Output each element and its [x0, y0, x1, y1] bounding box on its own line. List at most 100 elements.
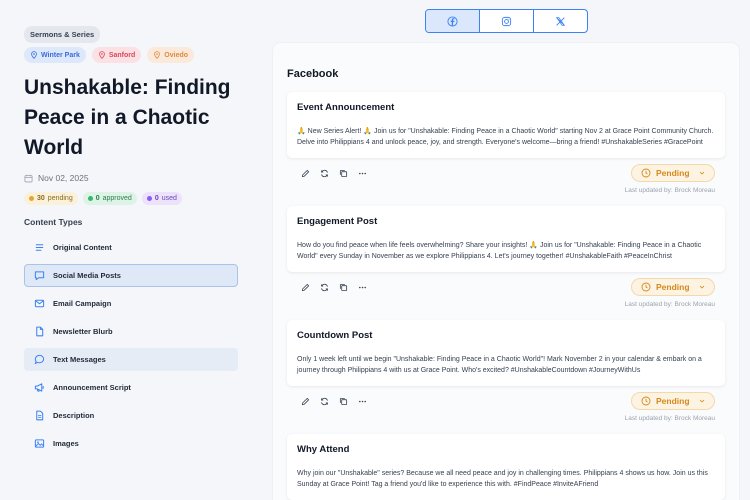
- regenerate-icon[interactable]: [320, 397, 329, 406]
- calendar-icon: [24, 174, 33, 182]
- image-icon: [34, 439, 45, 448]
- used-count: 0: [154, 195, 159, 202]
- nav-item-label: Newsletter Blurb: [53, 327, 113, 336]
- megaphone-icon: [34, 383, 44, 392]
- more-options-icon[interactable]: [358, 397, 367, 406]
- post-card: Event Announcement 🙏 New Series Alert! 🙏…: [287, 92, 725, 158]
- chat-bubble-icon: [34, 354, 45, 365]
- chevron-down-icon: [699, 285, 705, 289]
- nav-item-announcement-script[interactable]: Announcement Script: [24, 376, 238, 399]
- nav-item-label: Social Media Posts: [53, 271, 121, 280]
- nav-item-newsletter-blurb[interactable]: Newsletter Blurb: [24, 320, 238, 343]
- regenerate-icon[interactable]: [320, 169, 329, 178]
- post-title: Event Announcement: [297, 102, 395, 113]
- status-label: Pending: [656, 396, 690, 406]
- chevron-down-icon: [699, 171, 705, 175]
- chat-square-icon: [34, 271, 45, 281]
- mail-icon: [34, 299, 45, 308]
- nav-item-description[interactable]: Description: [24, 404, 238, 427]
- last-updated: Last updated by: Brock Moreau: [624, 415, 715, 422]
- post-body: How do you find peace when life feels ov…: [297, 242, 702, 260]
- edit-pencil-icon[interactable]: [301, 283, 310, 292]
- post-card: Countdown Post Only 1 week left until we…: [287, 320, 725, 386]
- nav-item-label: Email Campaign: [53, 299, 112, 308]
- series-date: Nov 02, 2025: [24, 173, 238, 183]
- content-types-heading: Content Types: [24, 217, 83, 227]
- lines-icon: [35, 244, 44, 251]
- nav-item-label: Text Messages: [53, 355, 106, 364]
- post-item: Why Attend Why join our "Unshakable" ser…: [287, 434, 725, 500]
- post-actions: Pending: [287, 392, 725, 410]
- platform-tab-instagram[interactable]: [480, 10, 534, 32]
- content-types-nav: Original Content Social Media Posts Emai…: [24, 236, 238, 455]
- approved-dot-icon: [87, 196, 93, 201]
- map-pin-icon: [154, 51, 161, 59]
- posts-panel: Facebook Event Announcement 🙏 New Series…: [273, 43, 739, 500]
- series-title: Unshakable: Finding Peace in a Chaotic W…: [24, 76, 231, 159]
- post-item: Event Announcement 🙏 New Series Alert! 🙏…: [287, 92, 725, 194]
- nav-item-social-media-posts[interactable]: Social Media Posts: [24, 264, 238, 287]
- map-pin-icon: [31, 51, 37, 59]
- chevron-down-icon: [699, 399, 705, 403]
- panel-title: Facebook: [287, 68, 339, 80]
- status-dropdown[interactable]: Pending: [631, 392, 715, 410]
- series-sidebar: Sermons & Series Winter Park Sanford Ovi…: [0, 0, 262, 500]
- more-options-icon[interactable]: [358, 169, 367, 178]
- copy-icon[interactable]: [339, 397, 348, 406]
- post-actions: Pending: [287, 278, 725, 296]
- location-label: Winter Park: [41, 51, 80, 59]
- location-tag-sanford: Sanford: [91, 47, 142, 63]
- post-actions: Pending: [287, 164, 725, 182]
- post-item: Engagement Post How do you find peace wh…: [287, 206, 725, 308]
- platform-tab-facebook[interactable]: [426, 10, 480, 32]
- post-body: 🙏 New Series Alert! 🙏 Join us for "Unsha…: [297, 128, 714, 146]
- post-body: Only 1 week left until we begin "Unshaka…: [297, 356, 702, 374]
- nav-item-images[interactable]: Images: [24, 432, 238, 455]
- clock-icon: [641, 168, 651, 178]
- file-icon: [36, 326, 44, 337]
- post-title: Engagement Post: [297, 216, 378, 227]
- nav-item-text-messages[interactable]: Text Messages: [24, 348, 238, 371]
- platform-tab-x[interactable]: [534, 10, 587, 32]
- post-item: Countdown Post Only 1 week left until we…: [287, 320, 725, 422]
- edit-pencil-icon[interactable]: [301, 397, 310, 406]
- series-category-badge: Sermons & Series: [24, 26, 101, 43]
- copy-icon[interactable]: [339, 283, 348, 292]
- post-card: Engagement Post How do you find peace wh…: [287, 206, 725, 272]
- nav-item-label: Images: [53, 439, 79, 448]
- pending-label: pending: [47, 195, 73, 202]
- clock-icon: [641, 396, 651, 406]
- last-updated: Last updated by: Brock Moreau: [624, 301, 715, 308]
- location-label: Oviedo: [164, 51, 189, 59]
- copy-icon[interactable]: [339, 169, 348, 178]
- approved-count-badge: 0 approved: [82, 192, 137, 205]
- nav-item-original-content[interactable]: Original Content: [24, 236, 238, 259]
- used-dot-icon: [146, 196, 152, 201]
- clock-icon: [641, 282, 651, 292]
- status-counts: 30 pending 0 approved 0 used: [24, 192, 238, 205]
- instagram-icon: [501, 16, 512, 26]
- regenerate-icon[interactable]: [320, 283, 329, 292]
- location-tag-winter-park: Winter Park: [24, 47, 86, 63]
- nav-item-label: Announcement Script: [53, 383, 131, 392]
- facebook-icon: [447, 15, 458, 27]
- status-label: Pending: [656, 168, 690, 178]
- status-dropdown[interactable]: Pending: [631, 164, 715, 182]
- pending-dot-icon: [29, 196, 34, 201]
- post-card: Why Attend Why join our "Unshakable" ser…: [287, 434, 725, 500]
- approved-label: approved: [102, 195, 132, 202]
- post-body: Why join our "Unshakable" series? Becaus…: [297, 470, 708, 488]
- more-options-icon[interactable]: [358, 283, 367, 292]
- pending-count-badge: 30 pending: [24, 192, 78, 205]
- status-dropdown[interactable]: Pending: [631, 278, 715, 296]
- location-tags: Winter Park Sanford Oviedo: [24, 47, 238, 63]
- date-text: Nov 02, 2025: [38, 173, 89, 183]
- edit-pencil-icon[interactable]: [301, 169, 310, 178]
- post-title: Countdown Post: [297, 330, 373, 341]
- pending-count: 30: [37, 195, 45, 202]
- x-icon: [555, 16, 566, 26]
- nav-item-email-campaign[interactable]: Email Campaign: [24, 292, 238, 315]
- status-label: Pending: [656, 282, 690, 292]
- doc-text-icon: [36, 410, 44, 421]
- post-title: Why Attend: [297, 444, 350, 455]
